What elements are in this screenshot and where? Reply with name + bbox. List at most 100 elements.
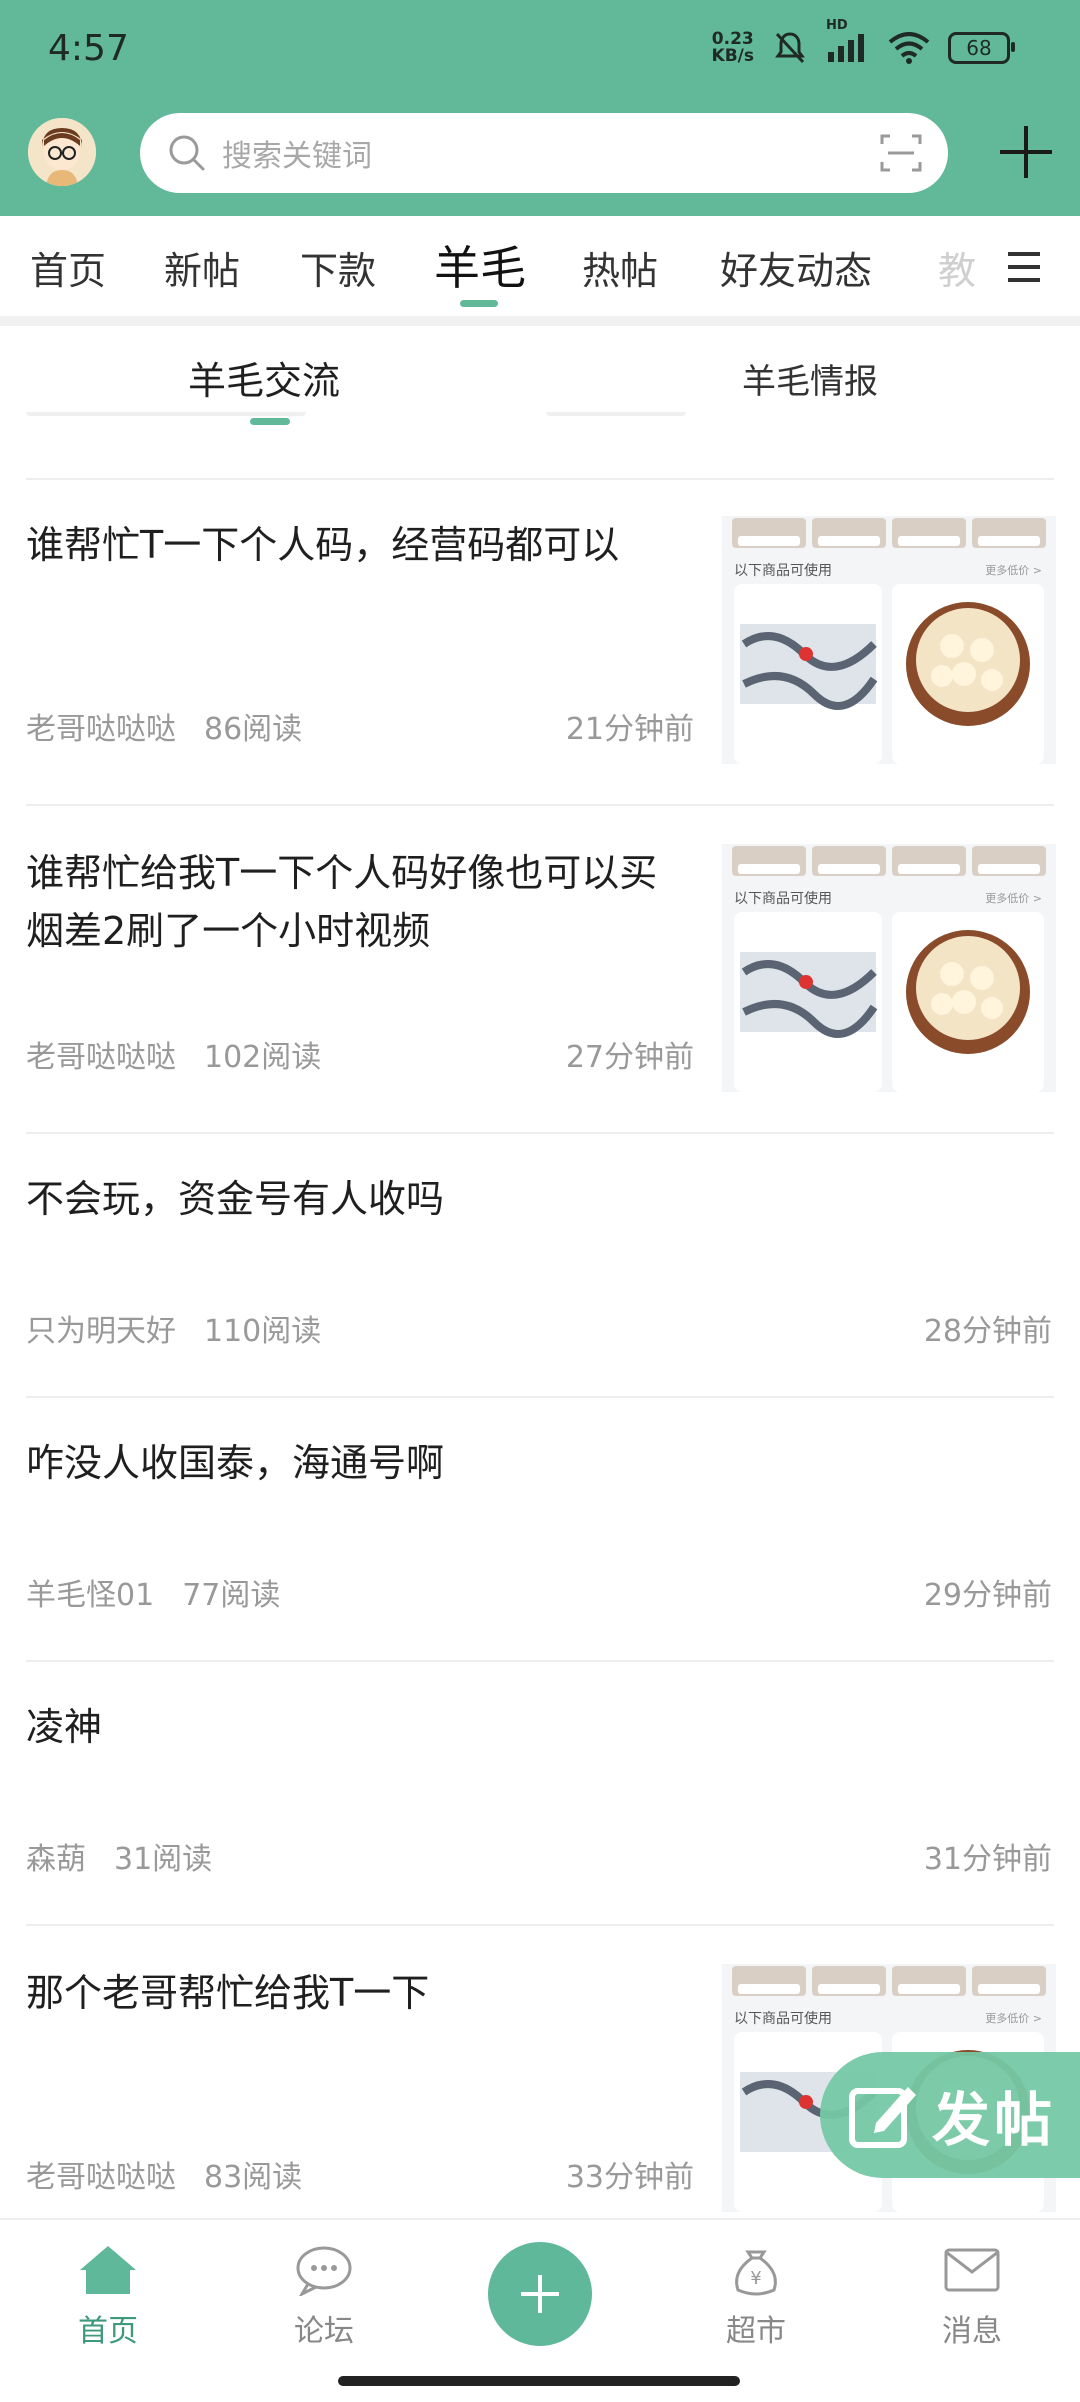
post-meta: 老哥哒哒哒 86阅读 <box>26 704 302 748</box>
post-reads: 102阅读 <box>204 1040 322 1075</box>
tab-friend-activity[interactable]: 好友动态 <box>720 240 872 295</box>
list-item[interactable]: 咋没人收国泰，海通号啊 羊毛怪01 77阅读 29分钟前 <box>26 1398 1054 1662</box>
tab-loans[interactable]: 下款 <box>300 240 376 295</box>
nav-home-label: 首页 <box>78 2314 138 2349</box>
subtab-wool-intel[interactable]: 羊毛情报 <box>742 354 878 403</box>
nav-market-label: 超市 <box>726 2314 786 2349</box>
lotus-seed-image <box>906 602 1030 726</box>
thumb-more: 更多低价 > <box>985 564 1042 577</box>
app-header: 搜索关键词 <box>0 100 1080 216</box>
edit-icon <box>849 2087 916 2148</box>
status-time: 4:57 <box>48 28 129 69</box>
menu-icon[interactable] <box>1004 250 1044 284</box>
post-reads: 86阅读 <box>204 712 303 747</box>
avatar[interactable] <box>28 118 96 186</box>
tab-tutorial-partial[interactable]: 教 <box>938 240 976 295</box>
thumb-more: 更多低价 > <box>985 892 1042 905</box>
nav-forum-label: 论坛 <box>294 2314 354 2349</box>
battery-indicator: 68 <box>948 32 1015 64</box>
svg-text:¥: ¥ <box>750 2268 761 2289</box>
tissue-box-image <box>740 952 878 1038</box>
post-time: 27分钟前 <box>565 1040 694 1075</box>
home-icon <box>80 2246 136 2294</box>
post-title: 咋没人收国泰，海通号啊 <box>26 1441 445 1485</box>
post-time: 29分钟前 <box>923 1578 1052 1613</box>
bell-muted-icon <box>775 32 805 64</box>
new-post-label: 发帖 <box>932 2086 1057 2154</box>
post-reads: 83阅读 <box>204 2160 303 2195</box>
list-item[interactable]: 不会玩，资金号有人收吗 只为明天好 110阅读 28分钟前 <box>26 1134 1054 1398</box>
post-author: 老哥哒哒哒 <box>26 2160 176 2195</box>
tissue-box-image <box>740 624 878 710</box>
list-item[interactable]: 凌神 森葫 31阅读 31分钟前 <box>26 1662 1054 1926</box>
nav-create-button[interactable] <box>488 2242 592 2346</box>
net-speed: 0.23 KB/s <box>712 31 754 65</box>
add-icon[interactable] <box>996 122 1056 182</box>
wifi-icon <box>888 32 930 64</box>
post-meta: 森葫 31阅读 <box>26 1834 212 1878</box>
subtab-wool-exchange[interactable]: 羊毛交流 <box>188 350 340 405</box>
nav-market[interactable]: ¥ 超市 <box>686 2244 826 2350</box>
post-author: 老哥哒哒哒 <box>26 1040 176 1075</box>
sub-tabs: 羊毛交流 羊毛情报 <box>0 326 1080 425</box>
post-meta: 只为明天好 110阅读 <box>26 1306 321 1350</box>
thumb-more: 更多低价 > <box>985 2012 1042 2025</box>
nav-messages[interactable]: 消息 <box>902 2244 1042 2350</box>
thumb-label: 以下商品可使用 <box>734 891 832 907</box>
tab-hot-posts[interactable]: 热帖 <box>582 240 658 295</box>
post-time: 33分钟前 <box>565 2160 694 2195</box>
post-meta: 老哥哒哒哒 102阅读 <box>26 1032 321 1076</box>
post-reads: 31阅读 <box>114 1842 213 1877</box>
plus-icon <box>521 2275 559 2313</box>
post-meta: 羊毛怪01 77阅读 <box>26 1570 280 1614</box>
thumb-label: 以下商品可使用 <box>734 563 832 579</box>
mail-icon <box>944 2248 1000 2292</box>
post-author: 羊毛怪01 <box>26 1578 155 1613</box>
tab-home[interactable]: 首页 <box>30 240 106 295</box>
list-item[interactable]: 谁帮忙给我T一下个人码好像也可以买烟差2刷了一个小时视频 老哥哒哒哒 102阅读 … <box>26 806 1056 1134</box>
nav-messages-label: 消息 <box>942 2314 1002 2349</box>
post-title: 谁帮忙给我T一下个人码好像也可以买烟差2刷了一个小时视频 <box>26 851 658 953</box>
home-indicator <box>338 2376 740 2386</box>
post-author: 森葫 <box>26 1842 86 1877</box>
bottom-nav: 首页 论坛 ¥ 超市 消息 <box>0 2218 1080 2402</box>
status-icons: 0.23 KB/s HD 68 <box>712 18 1015 66</box>
post-meta: 老哥哒哒哒 83阅读 <box>26 2152 302 2196</box>
nav-forum[interactable]: 论坛 <box>254 2244 394 2350</box>
tab-wool[interactable]: 羊毛 <box>434 232 526 298</box>
signal-group: HD <box>826 18 870 64</box>
post-thumbnail: 以下商品可使用 更多低价 > <box>722 516 1056 764</box>
scan-icon[interactable] <box>880 132 922 174</box>
avatar-illustration-icon <box>28 118 96 186</box>
post-author: 只为明天好 <box>26 1314 176 1349</box>
post-time: 28分钟前 <box>923 1314 1052 1349</box>
post-feed: 谁帮忙T一下个人码，经营码都可以 老哥哒哒哒 86阅读 21分钟前 以下商品可使用… <box>0 412 1080 2217</box>
post-author: 老哥哒哒哒 <box>26 712 176 747</box>
post-thumbnail: 以下商品可使用 更多低价 > <box>722 844 1056 1092</box>
list-item[interactable]: 谁帮忙T一下个人码，经营码都可以 老哥哒哒哒 86阅读 21分钟前 以下商品可使用… <box>26 478 1056 806</box>
post-title: 那个老哥帮忙给我T一下 <box>26 1971 430 2015</box>
money-bag-icon: ¥ <box>735 2250 777 2296</box>
post-time: 31分钟前 <box>923 1842 1052 1877</box>
status-bar: 4:57 0.23 KB/s HD 68 <box>0 0 1080 100</box>
chat-icon <box>296 2246 352 2298</box>
signal-icon <box>828 34 864 62</box>
search-placeholder: 搜索关键词 <box>222 139 372 174</box>
post-title: 不会玩，资金号有人收吗 <box>26 1177 445 1221</box>
lotus-seed-image <box>906 930 1030 1054</box>
active-tab-indicator <box>460 300 498 307</box>
tab-new-posts[interactable]: 新帖 <box>164 240 240 295</box>
nav-home[interactable]: 首页 <box>38 2244 178 2350</box>
post-title: 凌神 <box>26 1705 103 1749</box>
post-time: 21分钟前 <box>565 712 694 747</box>
post-reads: 110阅读 <box>204 1314 322 1349</box>
new-post-button[interactable]: 发帖 <box>820 2052 1080 2178</box>
channel-tabs: 首页 新帖 下款 羊毛 热帖 好友动态 教 <box>0 216 1080 326</box>
post-title: 谁帮忙T一下个人码，经营码都可以 <box>26 523 620 567</box>
search-icon <box>169 135 205 171</box>
thumb-label: 以下商品可使用 <box>734 2011 832 2027</box>
hd-label: HD <box>826 18 848 33</box>
net-speed-unit: KB/s <box>711 46 754 66</box>
search-bar[interactable]: 搜索关键词 <box>140 113 948 193</box>
previous-post-remnant <box>26 412 1054 480</box>
